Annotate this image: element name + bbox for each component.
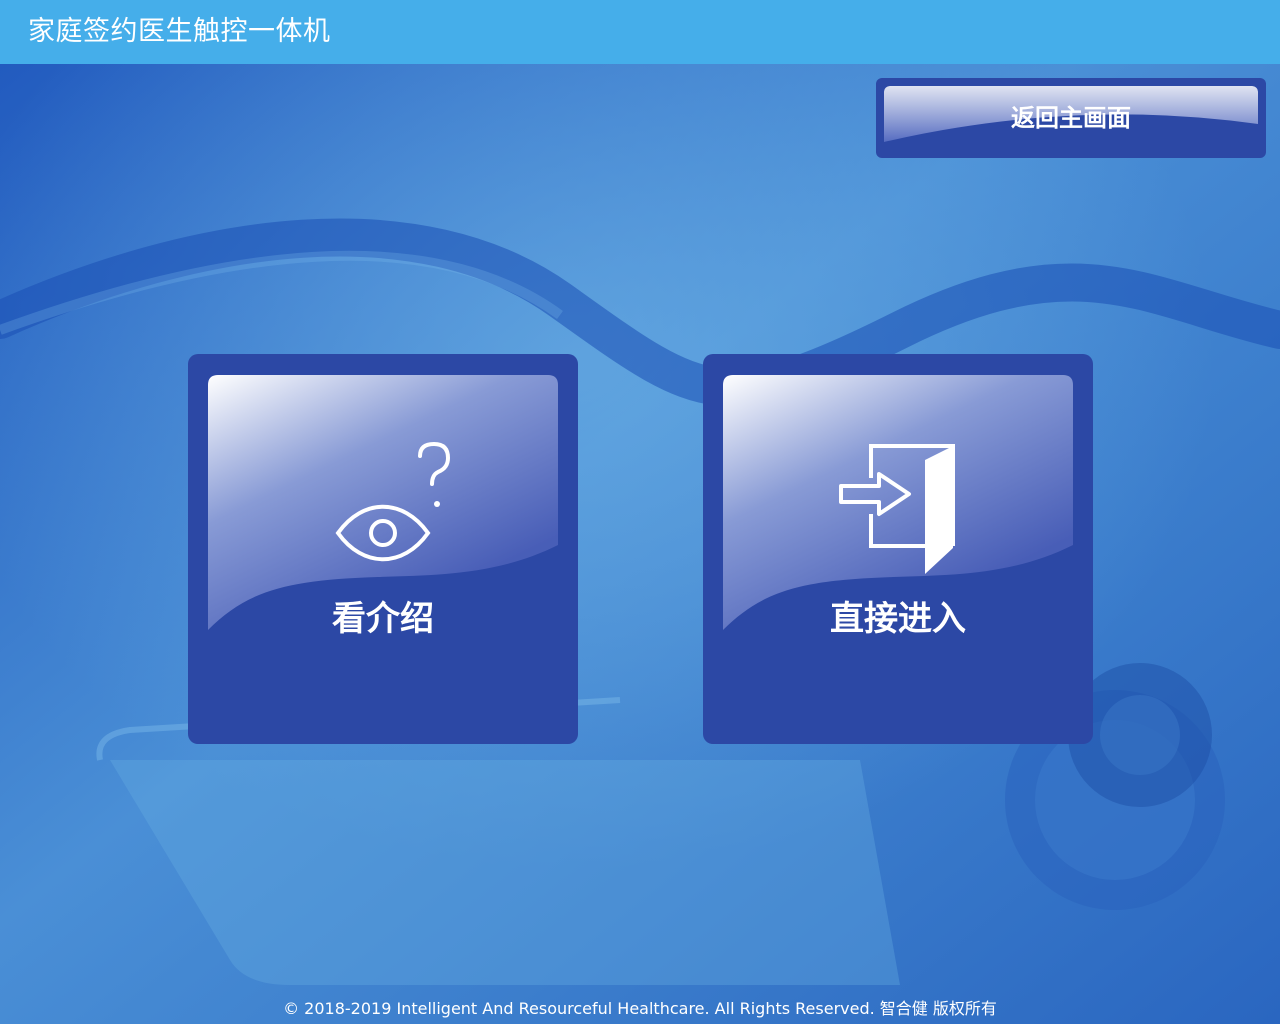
- copyright-footer: © 2018-2019 Intelligent And Resourceful …: [283, 999, 997, 1018]
- back-to-home-button[interactable]: 返回主画面: [876, 78, 1266, 158]
- view-introduction-label: 看介绍: [332, 599, 434, 639]
- enter-directly-label: 直接进入: [830, 599, 966, 639]
- view-introduction-tile[interactable]: 看介绍: [188, 354, 578, 744]
- enter-door-icon: [839, 444, 955, 574]
- enter-directly-tile[interactable]: 直接进入: [703, 354, 1093, 744]
- top-bar: 家庭签约医生触控一体机: [0, 0, 1280, 64]
- app-title: 家庭签约医生触控一体机: [28, 16, 331, 47]
- eye-question-icon: [335, 441, 451, 562]
- back-to-home-label: 返回主画面: [1011, 104, 1131, 132]
